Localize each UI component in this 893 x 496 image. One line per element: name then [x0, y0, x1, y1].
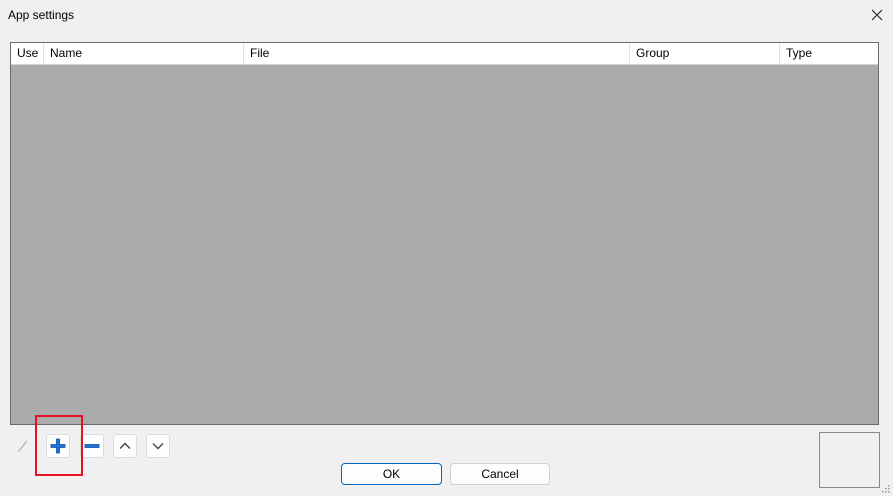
close-button[interactable] — [860, 0, 893, 30]
table-body[interactable] — [11, 65, 878, 424]
chevron-up-icon — [119, 442, 131, 449]
remove-button[interactable] — [80, 434, 104, 458]
chevron-down-icon — [152, 443, 164, 450]
column-header-name[interactable]: Name — [44, 43, 244, 64]
title-bar: App settings — [0, 0, 893, 32]
ok-button[interactable]: OK — [341, 463, 442, 485]
settings-table[interactable]: Use Name File Group Type — [10, 42, 879, 425]
preview-box — [819, 432, 880, 488]
edit-button — [11, 434, 35, 458]
column-header-file[interactable]: File — [244, 43, 630, 64]
window-title: App settings — [8, 8, 75, 22]
column-header-type[interactable]: Type — [780, 43, 878, 64]
pencil-icon — [17, 440, 28, 453]
minus-icon — [84, 444, 100, 448]
close-icon — [871, 9, 882, 21]
plus-icon — [50, 438, 66, 454]
table-header: Use Name File Group Type — [11, 43, 878, 65]
cancel-button[interactable]: Cancel — [450, 463, 550, 485]
add-button[interactable] — [46, 434, 70, 458]
resize-grip-icon[interactable] — [881, 484, 891, 494]
move-down-button[interactable] — [146, 434, 170, 458]
column-header-group[interactable]: Group — [630, 43, 780, 64]
column-header-use[interactable]: Use — [11, 43, 44, 64]
move-up-button[interactable] — [113, 434, 137, 458]
